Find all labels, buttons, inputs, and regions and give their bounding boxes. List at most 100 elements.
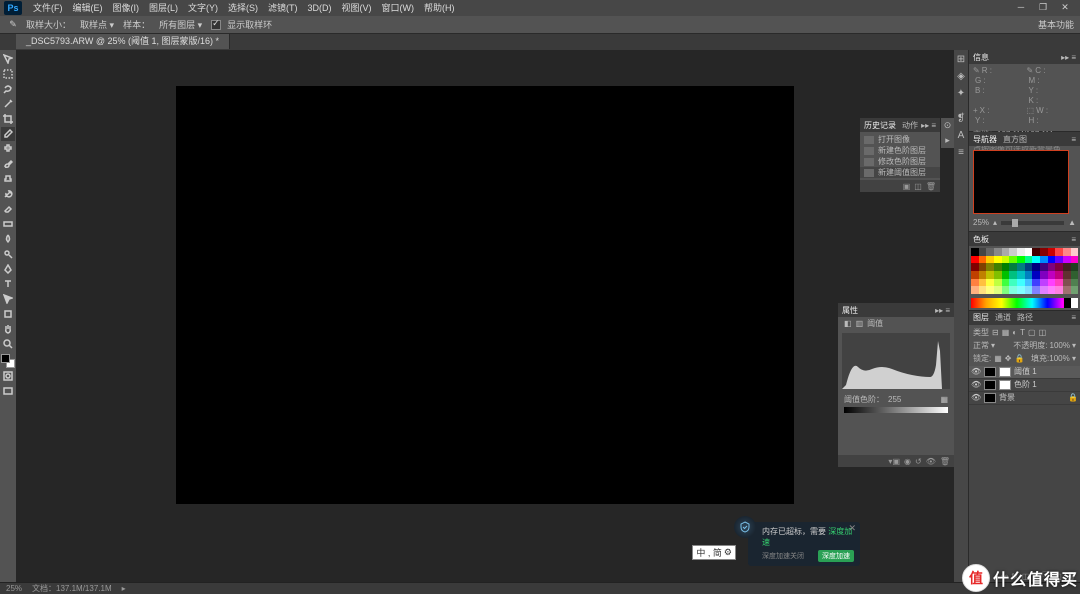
- filter-adjust-icon[interactable]: ◐: [1012, 328, 1017, 337]
- status-doc[interactable]: 文档：137.1M/137.1M: [32, 583, 112, 594]
- visibility-icon[interactable]: 👁: [926, 457, 936, 466]
- swatch[interactable]: [1040, 271, 1048, 279]
- swatch[interactable]: [1040, 286, 1048, 294]
- menu-item[interactable]: 文件(F): [28, 0, 68, 16]
- swatch[interactable]: [986, 248, 994, 256]
- auto-icon[interactable]: ▦: [940, 395, 948, 404]
- color-ramp[interactable]: [971, 298, 1078, 308]
- canvas[interactable]: [176, 86, 794, 504]
- workspace-label[interactable]: 基本功能: [1038, 18, 1074, 31]
- swatch[interactable]: [1009, 271, 1017, 279]
- history-tab[interactable]: 历史记录: [864, 120, 896, 131]
- panel-collapse-icon[interactable]: ▸▸ ≡: [935, 306, 950, 315]
- histogram-tab[interactable]: 直方图: [1003, 134, 1027, 145]
- dodge-tool[interactable]: [1, 247, 15, 261]
- layers-tab[interactable]: 路径: [1017, 312, 1033, 323]
- history-snapshot-icon[interactable]: ▣: [903, 182, 911, 191]
- fill-value[interactable]: 100%: [1049, 354, 1069, 363]
- history-new-icon[interactable]: ◫: [914, 182, 922, 191]
- swatch[interactable]: [1032, 263, 1040, 271]
- brush-tool[interactable]: [1, 157, 15, 171]
- ime-indicator[interactable]: 中 , 简 ⚙: [692, 545, 736, 560]
- lock-pixels-icon[interactable]: ▦: [994, 354, 1002, 363]
- swatch[interactable]: [979, 286, 987, 294]
- history-brush-tool[interactable]: [1, 187, 15, 201]
- swatch[interactable]: [1055, 271, 1063, 279]
- menu-item[interactable]: 滤镜(T): [263, 0, 303, 16]
- navigator-preview[interactable]: [973, 150, 1069, 214]
- menu-item[interactable]: 帮助(H): [419, 0, 460, 16]
- swatch[interactable]: [1071, 286, 1079, 294]
- menu-item[interactable]: 文字(Y): [183, 0, 223, 16]
- menu-item[interactable]: 视图(V): [337, 0, 377, 16]
- info-tab[interactable]: 信息: [973, 52, 989, 63]
- swatch[interactable]: [994, 248, 1002, 256]
- panel-menu-icon[interactable]: ≡: [1071, 313, 1076, 322]
- swatch[interactable]: [979, 263, 987, 271]
- swatch[interactable]: [1048, 286, 1056, 294]
- swatch[interactable]: [1040, 256, 1048, 264]
- zoom-value[interactable]: 25%: [973, 218, 989, 227]
- layer-row[interactable]: 👁色阶 1: [969, 379, 1080, 392]
- swatch[interactable]: [986, 271, 994, 279]
- type-tool[interactable]: [1, 277, 15, 291]
- strip-icon[interactable]: ◈: [957, 71, 965, 82]
- zoom-slider[interactable]: [1001, 221, 1064, 225]
- lasso-tool[interactable]: [1, 82, 15, 96]
- swatch[interactable]: [1002, 271, 1010, 279]
- close-button[interactable]: ✕: [1054, 0, 1076, 16]
- swatch[interactable]: [986, 256, 994, 264]
- swatch[interactable]: [1017, 263, 1025, 271]
- swatch[interactable]: [1002, 286, 1010, 294]
- swatch[interactable]: [994, 263, 1002, 271]
- strip-icon[interactable]: ✦: [957, 88, 965, 99]
- actions-tab[interactable]: 动作: [902, 120, 918, 131]
- swatch[interactable]: [1048, 263, 1056, 271]
- swatch[interactable]: [986, 279, 994, 287]
- swatch[interactable]: [1063, 248, 1071, 256]
- layers-tab[interactable]: 图层: [973, 312, 989, 323]
- show-ring-checkbox[interactable]: [211, 20, 221, 30]
- wand-tool[interactable]: [1, 97, 15, 111]
- marquee-tool[interactable]: [1, 67, 15, 81]
- canvas-area[interactable]: 历史记录 动作 ▸▸ ≡ 打开图像新建色阶图层修改色阶图层新建阈值图层 ▣ ◫ …: [16, 50, 954, 582]
- swatch[interactable]: [994, 256, 1002, 264]
- zoom-tool[interactable]: [1, 337, 15, 351]
- opacity-value[interactable]: 100%: [1050, 341, 1070, 350]
- gradient-tool[interactable]: [1, 217, 15, 231]
- crop-tool[interactable]: [1, 112, 15, 126]
- swatch[interactable]: [1071, 279, 1079, 287]
- swatch[interactable]: [1025, 271, 1033, 279]
- swatch[interactable]: [1017, 271, 1025, 279]
- zoom-in-icon[interactable]: ▲: [1068, 218, 1076, 227]
- swatch[interactable]: [1032, 256, 1040, 264]
- swatch[interactable]: [1032, 279, 1040, 287]
- clip-icon[interactable]: ▾▣: [888, 457, 900, 466]
- swatch[interactable]: [1055, 286, 1063, 294]
- swatch[interactable]: [994, 279, 1002, 287]
- swatch[interactable]: [1017, 279, 1025, 287]
- swatch[interactable]: [986, 286, 994, 294]
- swatch[interactable]: [1055, 256, 1063, 264]
- swatch[interactable]: [1063, 279, 1071, 287]
- swatch[interactable]: [1063, 286, 1071, 294]
- swatch[interactable]: [1002, 279, 1010, 287]
- strip-icon[interactable]: A: [958, 130, 965, 141]
- swatches-tab[interactable]: 色板: [973, 234, 989, 245]
- swatch[interactable]: [1071, 263, 1079, 271]
- swatch[interactable]: [1002, 263, 1010, 271]
- shape-tool[interactable]: [1, 307, 15, 321]
- swatch[interactable]: [971, 286, 979, 294]
- panel-collapse-icon[interactable]: ▸▸ ≡: [921, 121, 936, 130]
- status-arrow-icon[interactable]: ▸: [122, 584, 126, 593]
- navigator-tab[interactable]: 导航器: [973, 134, 997, 145]
- visibility-icon[interactable]: 👁: [971, 393, 981, 402]
- swatch[interactable]: [979, 256, 987, 264]
- foreground-background-color[interactable]: [1, 354, 15, 368]
- blend-mode-dropdown[interactable]: 正常: [973, 340, 989, 351]
- swatch[interactable]: [1040, 279, 1048, 287]
- history-item[interactable]: 修改色阶图层: [860, 156, 940, 167]
- swatch[interactable]: [1032, 248, 1040, 256]
- visibility-icon[interactable]: 👁: [971, 380, 981, 389]
- strip-icon[interactable]: ≡: [958, 147, 964, 158]
